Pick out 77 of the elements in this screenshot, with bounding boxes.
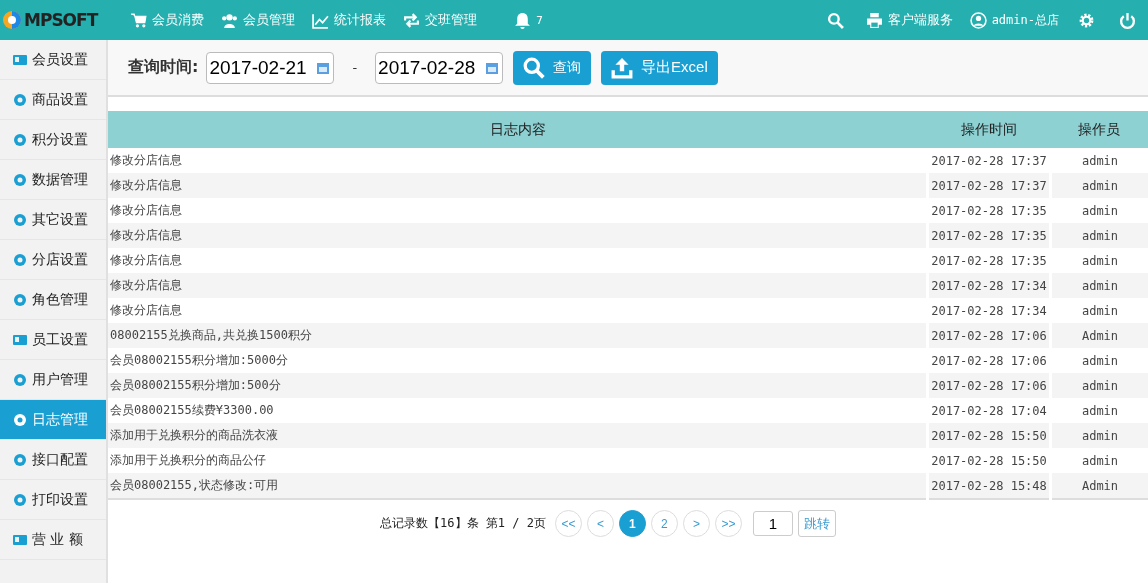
- sidebar-item[interactable]: 其它设置: [0, 200, 106, 240]
- nav-link[interactable]: 会员消费: [130, 11, 204, 29]
- sidebar-item[interactable]: 接口配置: [0, 440, 106, 480]
- jump-button[interactable]: 跳转: [797, 510, 836, 537]
- user-menu[interactable]: admin-总店: [969, 11, 1059, 29]
- record-summary: 总记录数【16】条 第1 / 2页: [380, 515, 546, 532]
- nav-link[interactable]: 会员管理: [221, 11, 295, 29]
- table-cell: 2017-02-28 17:37: [927, 173, 1051, 198]
- table-cell: 2017-02-28 17:06: [927, 373, 1051, 398]
- table-cell: 修改分店信息: [108, 223, 928, 248]
- bell-icon: [514, 11, 531, 29]
- table-cell: Admin: [1050, 473, 1148, 499]
- table-cell: Admin: [1050, 323, 1148, 348]
- table-cell: admin: [1050, 198, 1148, 223]
- date-separator: -: [352, 60, 358, 75]
- end-date-field[interactable]: 2017-02-28: [375, 51, 504, 84]
- table-cell: admin: [1050, 273, 1148, 298]
- start-date-field[interactable]: 2017-02-21: [206, 51, 335, 84]
- table-cell: admin: [1050, 448, 1148, 473]
- table-cell: 2017-02-28 15:48: [927, 473, 1051, 499]
- table-cell: 修改分店信息: [108, 273, 928, 298]
- table-cell: 08002155兑换商品,共兑换1500积分: [108, 323, 928, 348]
- settings-icon[interactable]: [1078, 11, 1095, 29]
- table-cell: admin: [1050, 398, 1148, 423]
- client-service-link[interactable]: 客户端服务: [865, 11, 953, 29]
- sidebar-item[interactable]: 打印设置: [0, 480, 106, 520]
- table-cell: admin: [1050, 173, 1148, 198]
- export-button[interactable]: 导出Excel: [601, 50, 718, 85]
- last-page-button[interactable]: >>: [714, 510, 742, 537]
- sidebar-item[interactable]: 日志管理: [0, 400, 106, 440]
- page-button[interactable]: 2: [650, 510, 678, 537]
- table-cell: 会员08002155,状态修改:可用: [108, 473, 928, 499]
- table-cell: admin: [1050, 248, 1148, 273]
- nav-link[interactable]: 统计报表: [312, 11, 386, 29]
- notification-button[interactable]: 7: [514, 11, 543, 29]
- sidebar-item[interactable]: 会员设置: [0, 40, 106, 80]
- page-input[interactable]: 1: [752, 511, 793, 536]
- upload-icon: [611, 56, 634, 79]
- table-cell: admin: [1050, 423, 1148, 448]
- sidebar-item[interactable]: 营 业 额: [0, 520, 106, 560]
- logo-icon: [2, 10, 22, 30]
- table-cell: admin: [1050, 223, 1148, 248]
- search-icon[interactable]: [826, 11, 844, 29]
- column-header: 操作时间: [927, 111, 1051, 148]
- table-cell: admin: [1050, 373, 1148, 398]
- table-cell: 会员08002155积分增加:500分: [108, 373, 928, 398]
- chart-icon: [312, 11, 329, 29]
- next-page-button[interactable]: >: [682, 510, 710, 537]
- column-header: 日志内容: [108, 111, 928, 148]
- previous-page-button[interactable]: <: [586, 510, 614, 537]
- sidebar-item[interactable]: 角色管理: [0, 280, 106, 320]
- table-cell: 2017-02-28 17:06: [927, 323, 1051, 348]
- search-button[interactable]: 查询: [513, 50, 592, 85]
- table-cell: admin: [1050, 348, 1148, 373]
- table-cell: 2017-02-28 17:35: [927, 223, 1051, 248]
- cart-icon: [130, 11, 147, 29]
- column-header: 操作员: [1050, 111, 1148, 148]
- table-cell: 添加用于兑换积分的商品洗衣液: [108, 423, 928, 448]
- table-cell: 修改分店信息: [108, 173, 928, 198]
- nav-link[interactable]: 交班管理: [403, 11, 477, 29]
- sidebar-item[interactable]: 员工设置: [0, 320, 106, 360]
- search-icon: [523, 56, 546, 79]
- swap-icon: [403, 11, 420, 29]
- sidebar-item[interactable]: 分店设置: [0, 240, 106, 280]
- query-label: 查询时间:: [128, 57, 199, 78]
- sidebar-item[interactable]: 积分设置: [0, 120, 106, 160]
- sidebar-item[interactable]: 商品设置: [0, 80, 106, 120]
- table-cell: 2017-02-28 17:34: [927, 273, 1051, 298]
- first-page-button[interactable]: <<: [554, 510, 582, 537]
- table-cell: 2017-02-28 15:50: [927, 423, 1051, 448]
- power-icon[interactable]: [1119, 11, 1136, 29]
- table-cell: admin: [1050, 298, 1148, 323]
- table-cell: admin: [1050, 148, 1148, 173]
- users-icon: [221, 11, 238, 29]
- page-button[interactable]: 1: [618, 510, 646, 537]
- logo-text: MPSOFT: [24, 10, 98, 30]
- sidebar-item[interactable]: 数据管理: [0, 160, 106, 200]
